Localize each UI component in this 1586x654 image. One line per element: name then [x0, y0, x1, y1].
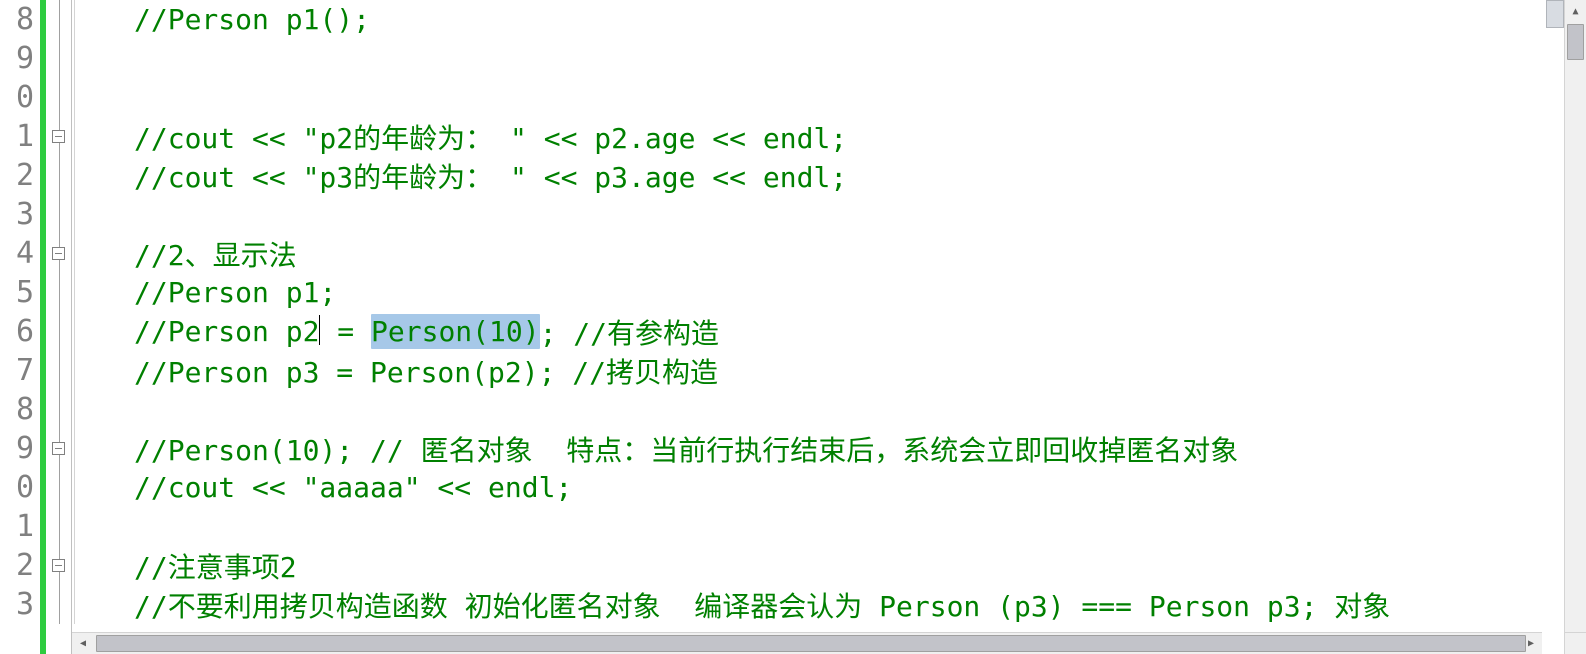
- code-line[interactable]: //cout << "aaaaa" << endl;: [84, 468, 1564, 507]
- line-number: 0: [0, 78, 40, 117]
- line-number: 7: [0, 351, 40, 390]
- comment-text: //不要利用拷贝构造函数 初始化匿名对象 编译器会认为 Person (p3) …: [134, 585, 1390, 625]
- comment-text: //cout << "aaaaa" << endl;: [134, 471, 572, 504]
- code-line[interactable]: [84, 390, 1564, 429]
- code-text-area[interactable]: //Person p1(); //cout << "p2的年龄为： " << p…: [72, 0, 1564, 654]
- code-line[interactable]: //Person p2 = Person(10); //有参构造: [84, 312, 1564, 351]
- fold-toggle-icon[interactable]: [52, 130, 65, 143]
- code-line[interactable]: [84, 78, 1564, 117]
- line-number-gutter: 8 9 0 1 2 3 4 5 6 7 8 9 0 1 2 3: [0, 0, 40, 654]
- line-number: 2: [0, 156, 40, 195]
- chevron-up-icon: ▲: [1572, 6, 1578, 17]
- comment-text: //注意事项2: [134, 546, 297, 586]
- horizontal-scroll-thumb[interactable]: [96, 635, 1526, 652]
- code-line[interactable]: //Person p1;: [84, 273, 1564, 312]
- horizontal-scrollbar[interactable]: ◀ ▶: [72, 632, 1542, 654]
- line-number: 6: [0, 312, 40, 351]
- text-caret: [319, 315, 320, 345]
- line-number: 3: [0, 195, 40, 234]
- line-number: 3: [0, 585, 40, 624]
- code-line[interactable]: //cout << "p2的年龄为： " << p2.age << endl;: [84, 117, 1564, 156]
- scroll-left-button[interactable]: ◀: [72, 633, 94, 654]
- comment-text: =: [320, 315, 371, 348]
- code-line[interactable]: //Person p1();: [84, 0, 1564, 39]
- line-number: 2: [0, 546, 40, 585]
- indent-guide: [74, 0, 75, 624]
- comment-text: //Person p1();: [134, 3, 370, 36]
- code-line[interactable]: //不要利用拷贝构造函数 初始化匿名对象 编译器会认为 Person (p3) …: [84, 585, 1564, 624]
- comment-text: //2、显示法: [134, 234, 297, 274]
- selection-highlight: Person(10): [371, 314, 540, 349]
- scroll-up-button[interactable]: ▲: [1565, 0, 1586, 22]
- code-line[interactable]: [84, 195, 1564, 234]
- line-number: 4: [0, 234, 40, 273]
- line-number: 5: [0, 273, 40, 312]
- comment-text: //Person p2: [134, 315, 319, 348]
- line-number: 8: [0, 390, 40, 429]
- code-line[interactable]: //2、显示法: [84, 234, 1564, 273]
- scrollbar-corner: [1564, 632, 1586, 654]
- overview-ruler[interactable]: [1546, 0, 1564, 28]
- fold-toggle-icon[interactable]: [52, 247, 65, 260]
- fold-margin: [46, 0, 72, 654]
- code-editor: 8 9 0 1 2 3 4 5 6 7 8 9 0 1 2 3: [0, 0, 1586, 654]
- fold-toggle-icon[interactable]: [52, 559, 65, 572]
- comment-text: //cout << "p2的年龄为： " << p2.age << endl;: [134, 117, 847, 157]
- code-line[interactable]: //cout << "p3的年龄为： " << p3.age << endl;: [84, 156, 1564, 195]
- comment-text: //Person(10); // 匿名对象 特点：当前行执行结束后，系统会立即回…: [134, 429, 1238, 469]
- line-number: 1: [0, 117, 40, 156]
- line-number: 9: [0, 429, 40, 468]
- vertical-scroll-thumb[interactable]: [1567, 24, 1584, 60]
- chevron-right-icon: ▶: [1528, 638, 1534, 649]
- code-line[interactable]: [84, 507, 1564, 546]
- line-number: 1: [0, 507, 40, 546]
- code-line[interactable]: //注意事项2: [84, 546, 1564, 585]
- line-number: 8: [0, 0, 40, 39]
- line-number: 9: [0, 39, 40, 78]
- comment-text: ; //有参构造: [540, 312, 719, 352]
- comment-text: //Person p1;: [134, 276, 336, 309]
- line-number: 0: [0, 468, 40, 507]
- horizontal-scroll-track[interactable]: [94, 633, 1520, 654]
- code-line[interactable]: //Person p3 = Person(p2); //拷贝构造: [84, 351, 1564, 390]
- comment-text: //cout << "p3的年龄为： " << p3.age << endl;: [134, 156, 847, 196]
- chevron-left-icon: ◀: [80, 638, 86, 649]
- fold-toggle-icon[interactable]: [52, 442, 65, 455]
- comment-text: //Person p3 = Person(p2); //拷贝构造: [134, 351, 718, 391]
- code-line[interactable]: [84, 39, 1564, 78]
- code-line[interactable]: //Person(10); // 匿名对象 特点：当前行执行结束后，系统会立即回…: [84, 429, 1564, 468]
- vertical-scroll-track[interactable]: [1565, 22, 1586, 632]
- vertical-scrollbar[interactable]: ▲ ▼: [1564, 0, 1586, 654]
